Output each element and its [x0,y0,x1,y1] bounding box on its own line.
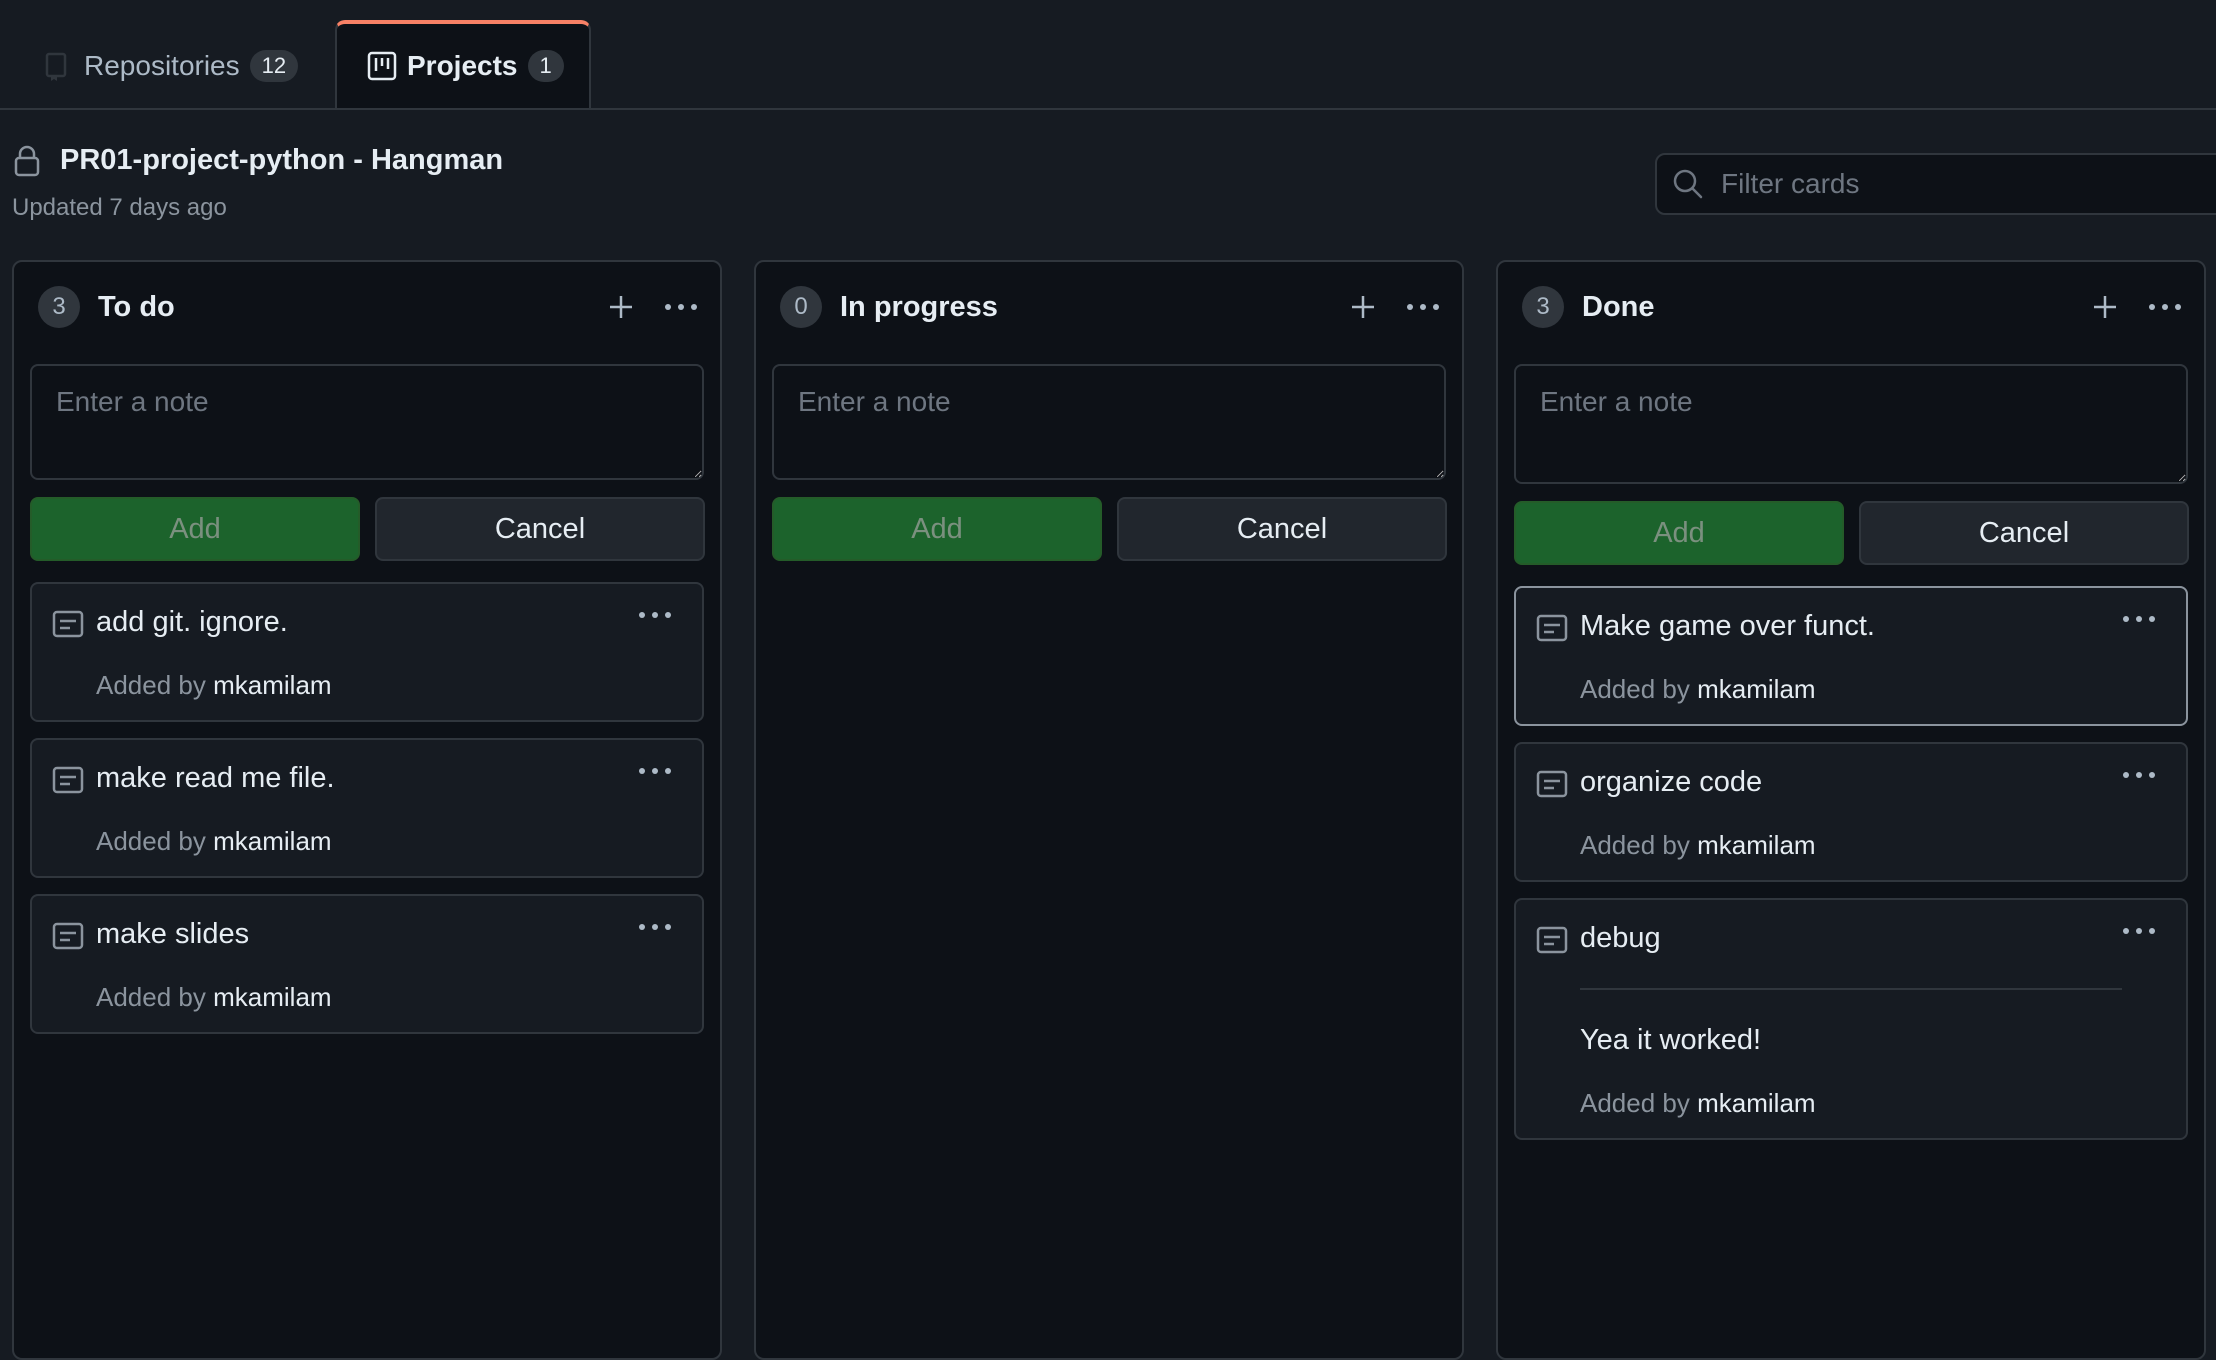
project-icon [367,51,397,81]
column-todo: 3 To do Add Cancel add git. ignore. Adde… [12,260,722,1360]
tab-repositories-label: Repositories [84,50,240,81]
added-by-label: Added by [1580,830,1690,860]
add-button[interactable]: Add [30,497,360,561]
card-title: make slides [96,918,250,950]
add-button[interactable]: Add [772,497,1102,561]
card-meta: Added by mkamilam [1580,1088,1816,1119]
kebab-icon[interactable] [2120,604,2158,634]
note-icon [1536,614,1568,642]
column-in-progress: 0 In progress Add Cancel [754,260,1464,1360]
kebab-icon[interactable] [2120,760,2158,790]
note-icon [52,610,84,638]
card-author[interactable]: mkamilam [1697,1088,1815,1118]
note-card[interactable]: add git. ignore. Added by mkamilam [30,582,704,722]
project-updated: Updated 7 days ago [12,194,227,221]
note-icon [1536,770,1568,798]
note-card[interactable]: organize code Added by mkamilam [1514,742,2188,882]
kebab-icon[interactable] [2146,290,2184,324]
add-button[interactable]: Add [1514,501,1844,565]
card-author[interactable]: mkamilam [213,826,331,856]
column-count: 0 [780,286,822,328]
kebab-icon[interactable] [1404,290,1442,324]
cancel-button[interactable]: Cancel [1859,501,2189,565]
note-card[interactable]: make read me file. Added by mkamilam [30,738,704,878]
kebab-icon[interactable] [636,912,674,942]
card-body: Yea it worked! [1580,1024,1762,1056]
cancel-button[interactable]: Cancel [375,497,705,561]
note-card[interactable]: Make game over funct. Added by mkamilam [1514,586,2188,726]
column-header: 3 Done [1522,282,2184,332]
tab-repositories-count: 12 [249,50,299,82]
project-title[interactable]: PR01-project-python - Hangman [60,144,503,177]
column-done: 3 Done Add Cancel Make game over funct. … [1496,260,2206,1360]
column-header: 3 To do [38,282,700,332]
card-title: add git. ignore. [96,606,288,638]
card-title: debug [1580,922,1661,954]
note-card[interactable]: debug Yea it worked! Added by mkamilam [1514,898,2188,1140]
card-title: make read me file. [96,762,335,794]
card-author[interactable]: mkamilam [213,982,331,1012]
card-meta: Added by mkamilam [96,826,332,857]
lock-icon [14,145,42,177]
repo-icon [44,51,74,81]
card-title: Make game over funct. [1580,610,1875,642]
card-author[interactable]: mkamilam [213,670,331,700]
tab-projects-count: 1 [527,50,564,82]
added-by-label: Added by [1580,1088,1690,1118]
tab-projects[interactable]: Projects 1 [335,20,591,108]
added-by-label: Added by [96,826,206,856]
card-meta: Added by mkamilam [96,982,332,1013]
card-divider [1580,988,2122,990]
tab-projects-label: Projects [407,50,518,81]
added-by-label: Added by [1580,674,1690,704]
note-input[interactable] [30,364,704,480]
tab-bar: Repositories 12 Projects 1 [0,0,2216,110]
column-header: 0 In progress [780,282,1442,332]
column-count: 3 [38,286,80,328]
column-name: In progress [840,290,998,323]
filter-cards[interactable] [1655,153,2216,215]
filter-cards-input[interactable] [1719,167,2203,201]
card-author[interactable]: mkamilam [1697,830,1815,860]
card-author[interactable]: mkamilam [1697,674,1815,704]
plus-icon[interactable] [2088,290,2122,324]
note-icon [1536,926,1568,954]
tab-repositories[interactable]: Repositories 12 [44,22,299,110]
note-input[interactable] [1514,364,2188,484]
kebab-icon[interactable] [662,290,700,324]
column-name: To do [98,290,175,323]
column-name: Done [1582,290,1655,323]
added-by-label: Added by [96,670,206,700]
card-meta: Added by mkamilam [96,670,332,701]
note-icon [52,766,84,794]
card-meta: Added by mkamilam [1580,674,1816,705]
kebab-icon[interactable] [636,600,674,630]
card-meta: Added by mkamilam [1580,830,1816,861]
plus-icon[interactable] [1346,290,1380,324]
note-card[interactable]: make slides Added by mkamilam [30,894,704,1034]
project-board: PR01-project-python - Hangman Updated 7 … [0,110,2216,1360]
added-by-label: Added by [96,982,206,1012]
note-icon [52,922,84,950]
search-icon [1671,167,1705,201]
kebab-icon[interactable] [2120,916,2158,946]
kebab-icon[interactable] [636,756,674,786]
project-header: PR01-project-python - Hangman [14,144,503,177]
card-title: organize code [1580,766,1763,798]
note-input[interactable] [772,364,1446,480]
cancel-button[interactable]: Cancel [1117,497,1447,561]
column-count: 3 [1522,286,1564,328]
plus-icon[interactable] [604,290,638,324]
